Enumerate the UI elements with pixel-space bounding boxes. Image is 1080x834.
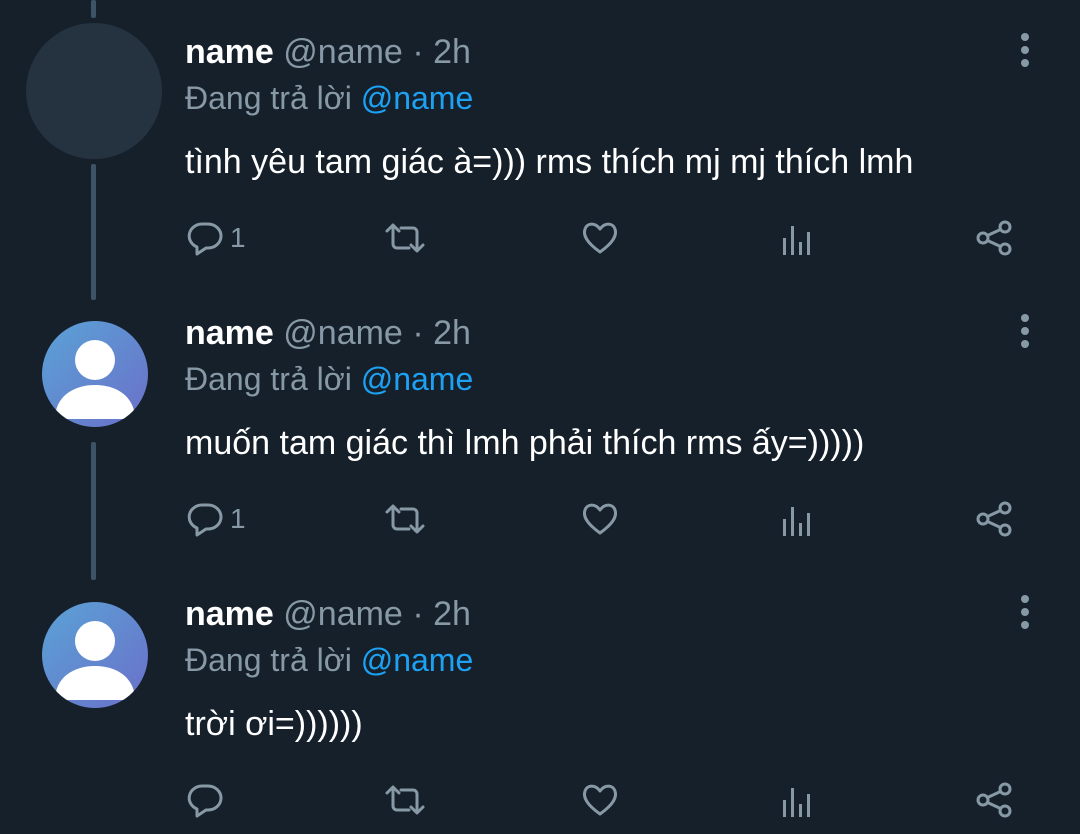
retweet-button[interactable] [383,778,427,822]
reply-icon [186,218,226,258]
replying-prefix: Đang trả lời [185,642,352,678]
mention-link[interactable]: @name [361,642,474,678]
tweet-header: name @name · 2h [185,313,471,353]
share-icon [974,218,1016,258]
retweet-icon [383,780,427,820]
reply-count: 1 [230,222,246,253]
user-handle[interactable]: @name [283,595,403,633]
reply-icon [186,780,226,820]
separator: · [412,595,424,633]
user-handle[interactable]: @name [283,314,403,352]
tweet[interactable]: name @name · 2h Đang trả lời @name muốn … [0,281,1080,562]
retweet-icon [383,218,427,258]
like-icon [580,499,620,539]
separator: · [412,314,424,352]
tweet[interactable]: name @name · 2h Đang trả lời @name tình … [0,0,1080,281]
reply-icon [186,499,226,539]
avatar[interactable] [26,23,162,159]
analytics-icon [778,218,818,258]
tweet-text: trời ơi=)))))) [185,705,363,743]
share-button[interactable] [974,497,1016,541]
display-name[interactable]: name [185,33,274,71]
more-options-icon[interactable] [1008,32,1042,68]
more-options-icon[interactable] [1008,594,1042,630]
analytics-icon [778,499,818,539]
retweet-button[interactable] [383,497,427,541]
analytics-button[interactable] [778,216,818,260]
retweet-button[interactable] [383,216,427,260]
display-name[interactable]: name [185,314,274,352]
default-avatar-icon [55,340,135,419]
like-button[interactable] [580,216,620,260]
user-handle[interactable]: @name [283,33,403,71]
share-button[interactable] [974,216,1016,260]
like-button[interactable] [580,778,620,822]
timestamp[interactable]: 2h [433,33,471,71]
reply-count: 1 [230,503,246,534]
replying-to: Đang trả lời @name [185,359,473,399]
timestamp[interactable]: 2h [433,314,471,352]
analytics-icon [778,780,818,820]
replying-prefix: Đang trả lời [185,361,352,397]
analytics-button[interactable] [778,778,818,822]
separator: · [412,33,424,71]
action-bar [0,778,1080,822]
display-name[interactable]: name [185,595,274,633]
like-icon [580,780,620,820]
retweet-icon [383,499,427,539]
action-bar: 1 [0,216,1080,260]
tweet[interactable]: name @name · 2h Đang trả lời @name trời … [0,562,1080,834]
reply-button[interactable]: 1 [186,497,246,541]
action-bar: 1 [0,497,1080,541]
more-options-icon[interactable] [1008,313,1042,349]
reply-button[interactable]: 1 [186,216,246,260]
mention-link[interactable]: @name [361,361,474,397]
avatar[interactable] [42,602,148,708]
tweet-header: name @name · 2h [185,594,471,634]
reply-button[interactable] [186,778,230,822]
analytics-button[interactable] [778,497,818,541]
mention-link[interactable]: @name [361,80,474,116]
timestamp[interactable]: 2h [433,595,471,633]
tweet-header: name @name · 2h [185,32,471,72]
default-avatar-icon [55,621,135,700]
share-icon [974,499,1016,539]
replying-to: Đang trả lời @name [185,640,473,680]
tweet-text: tình yêu tam giác à=))) rms thích mj mj … [185,143,914,181]
avatar[interactable] [42,321,148,427]
like-icon [580,218,620,258]
share-icon [974,780,1016,820]
share-button[interactable] [974,778,1016,822]
replying-prefix: Đang trả lời [185,80,352,116]
replying-to: Đang trả lời @name [185,78,473,118]
like-button[interactable] [580,497,620,541]
tweet-text: muốn tam giác thì lmh phải thích rms ấy=… [185,424,865,462]
